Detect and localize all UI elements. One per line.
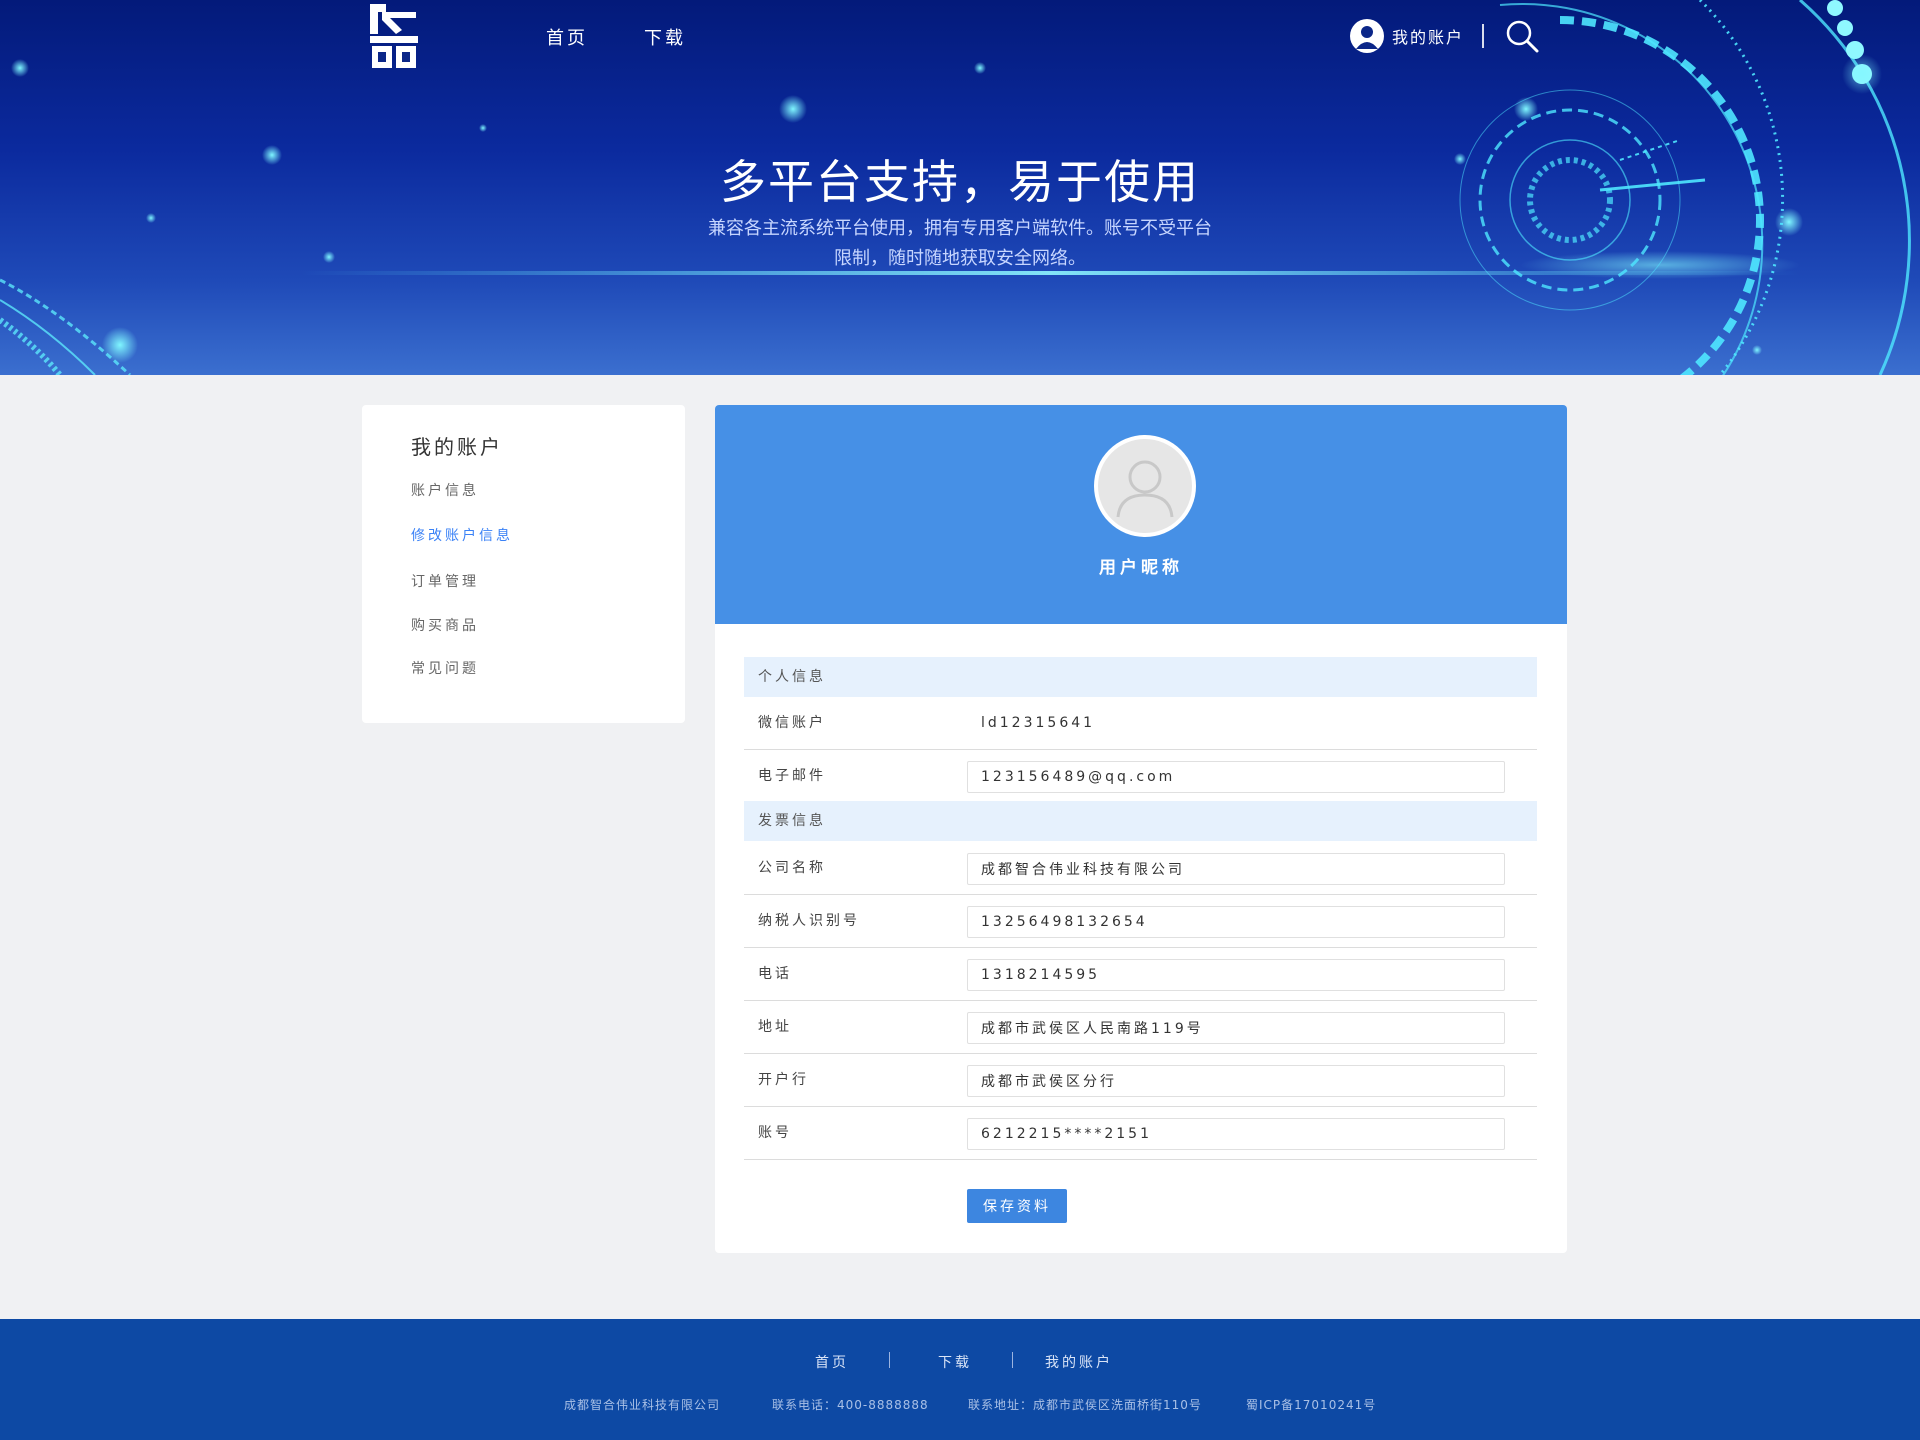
email-field[interactable]	[967, 761, 1505, 793]
phone-field[interactable]	[967, 959, 1505, 991]
nav-divider	[1482, 24, 1484, 48]
nav-my-account-label: 我的账户	[1392, 28, 1465, 47]
row-bank: 开户行	[744, 1054, 1537, 1107]
address-label: 地址	[758, 1019, 792, 1035]
address-field[interactable]	[967, 1012, 1505, 1044]
footer-link-account[interactable]: 我的账户	[1045, 1352, 1113, 1372]
user-nickname: 用户昵称	[1099, 558, 1183, 578]
user-avatar-icon	[1116, 460, 1174, 518]
wechat-value: ld12315641	[981, 715, 1096, 731]
footer-address: 联系地址：成都市武侯区洗面桥街110号	[968, 1398, 1202, 1412]
account-sidebar: 我的账户 账户信息 修改账户信息 订单管理 购买商品 常见问题	[362, 405, 685, 723]
footer-icp: 蜀ICP备17010241号	[1246, 1398, 1377, 1412]
sidebar-item-buy[interactable]: 购买商品	[411, 615, 479, 635]
sidebar-item-edit-account[interactable]: 修改账户信息	[411, 525, 513, 545]
company-label: 公司名称	[758, 860, 826, 876]
nav-download[interactable]: 下载	[644, 24, 686, 50]
bank-label: 开户行	[758, 1072, 809, 1088]
save-button[interactable]: 保存资料	[967, 1189, 1067, 1223]
tax-id-label: 纳税人识别号	[758, 913, 860, 929]
sidebar-title: 我的账户	[411, 435, 503, 459]
footer-divider	[889, 1352, 890, 1368]
sidebar-item-account-info[interactable]: 账户信息	[411, 480, 479, 500]
hero-title: 多平台支持，易于使用	[720, 155, 1200, 209]
account-no-label: 账号	[758, 1125, 792, 1141]
row-account-no: 账号	[744, 1107, 1537, 1160]
wechat-label: 微信账户	[758, 715, 826, 731]
footer-phone: 联系电话：400-8888888	[772, 1398, 929, 1412]
email-label: 电子邮件	[758, 768, 826, 784]
bank-field[interactable]	[967, 1065, 1505, 1097]
nav-home[interactable]: 首页	[546, 24, 588, 50]
profile-header: 用户昵称	[715, 405, 1567, 624]
nav-my-account[interactable]: 我的账户	[1350, 18, 1464, 54]
section-personal-info: 个人信息	[744, 657, 1537, 697]
footer-link-home[interactable]: 首页	[815, 1352, 849, 1372]
hero-subtitle: 兼容各主流系统平台使用，拥有专用客户端软件。账号不受平台限制，随时随地获取安全网…	[708, 218, 1212, 269]
hero-banner: 首页 下载 我的账户 多平台支持，易于使用 兼容各主流系统平台使用，拥有专用客户…	[0, 0, 1920, 375]
profile-card: 用户昵称 个人信息 微信账户 ld12315641 电子邮件 发票信息 公司名称…	[715, 405, 1567, 1253]
row-company: 公司名称	[744, 842, 1537, 895]
row-wechat: 微信账户 ld12315641	[744, 697, 1537, 750]
footer-divider	[1012, 1352, 1013, 1368]
brand-logo-icon[interactable]	[368, 4, 420, 68]
company-field[interactable]	[967, 853, 1505, 885]
footer-company: 成都智合伟业科技有限公司	[564, 1398, 721, 1412]
tax-id-field[interactable]	[967, 906, 1505, 938]
row-tax-id: 纳税人识别号	[744, 895, 1537, 948]
row-phone: 电话	[744, 948, 1537, 1001]
search-icon[interactable]	[1504, 18, 1540, 54]
account-no-field[interactable]	[967, 1118, 1505, 1150]
section-invoice-info: 发票信息	[744, 801, 1537, 841]
footer-link-download[interactable]: 下载	[938, 1352, 972, 1372]
sidebar-item-faq[interactable]: 常见问题	[411, 658, 479, 678]
sidebar-item-orders[interactable]: 订单管理	[411, 571, 479, 591]
footer: 首页 下载 我的账户 成都智合伟业科技有限公司 联系电话：400-8888888…	[0, 1319, 1920, 1440]
row-address: 地址	[744, 1001, 1537, 1054]
account-avatar-icon	[1350, 19, 1384, 53]
avatar[interactable]	[1094, 435, 1196, 537]
phone-label: 电话	[758, 966, 792, 982]
row-email: 电子邮件	[744, 750, 1537, 803]
